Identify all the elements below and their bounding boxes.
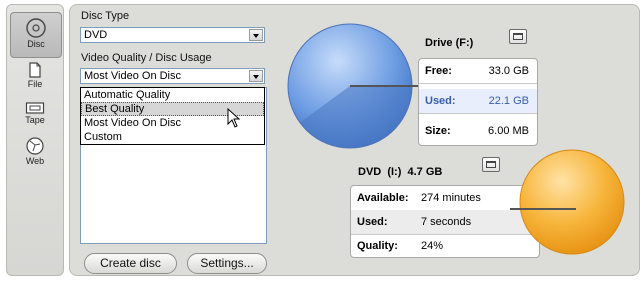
dvd-quality-value: 24% <box>421 240 444 252</box>
dvd-used-label: Used: <box>357 216 388 228</box>
drive-size-label: Size: <box>425 125 451 137</box>
drive-info-box: Free: 33.0 GB Used: 22.1 GB Size: 6.00 M… <box>418 58 538 146</box>
chevron-down-icon[interactable] <box>249 29 263 41</box>
drive-free-value: 33.0 GB <box>488 65 529 77</box>
dvd-used-row: Used: 7 seconds <box>351 210 539 235</box>
dropdown-option[interactable]: Custom <box>81 130 264 144</box>
dvd-title: DVD (I:) 4.7 GB <box>358 166 443 178</box>
dvd-pointer-line <box>510 208 576 210</box>
dvd-info-box: Available: 274 minutes Used: 7 seconds Q… <box>350 185 540 258</box>
drive-used-label: Used: <box>425 95 456 107</box>
drive-used-value: 22.1 GB <box>488 95 529 107</box>
drive-free-label: Free: <box>425 65 452 77</box>
drive-title: Drive (F:) <box>425 37 474 49</box>
chevron-down-icon[interactable] <box>249 70 263 82</box>
dropdown-option[interactable]: Automatic Quality <box>81 88 264 102</box>
sidebar-item-label: File <box>27 79 43 89</box>
tape-icon <box>25 102 45 114</box>
sidebar-item-tape[interactable]: Tape <box>10 101 60 125</box>
video-quality-value: Most Video On Disc <box>84 70 182 82</box>
dvd-quality-label: Quality: <box>357 240 398 252</box>
sidebar-item-label: Tape <box>25 115 45 125</box>
drive-used-row: Used: 22.1 GB <box>419 89 537 114</box>
create-disc-button[interactable]: Create disc <box>84 253 177 274</box>
dvd-used-value: 7 seconds <box>421 216 472 228</box>
disc-type-label: Disc Type <box>81 10 130 22</box>
sidebar-item-label: Disc <box>27 39 45 49</box>
sidebar: Disc File Tape Web <box>6 4 64 276</box>
mouse-cursor-icon <box>227 108 241 128</box>
video-quality-label: Video Quality / Disc Usage <box>81 52 212 64</box>
drive-free-row: Free: 33.0 GB <box>419 59 537 84</box>
disc-type-value: DVD <box>84 29 108 41</box>
disc-type-select[interactable]: DVD <box>80 27 265 43</box>
dvd-available-label: Available: <box>357 192 409 204</box>
folder-icon[interactable] <box>482 157 500 172</box>
web-icon <box>26 137 44 155</box>
settings-button[interactable]: Settings... <box>187 253 267 274</box>
drive-size-row: Size: 6.00 MB <box>419 119 537 143</box>
dvd-quality-row: Quality: 24% <box>351 234 539 258</box>
file-icon <box>29 62 41 78</box>
sidebar-item-web[interactable]: Web <box>10 136 60 166</box>
dvd-usage-pie <box>519 149 625 255</box>
drive-size-value: 6.00 MB <box>488 125 529 137</box>
sidebar-item-label: Web <box>25 156 45 166</box>
sidebar-item-file[interactable]: File <box>10 61 60 89</box>
folder-icon[interactable] <box>509 29 527 44</box>
dvd-available-value: 274 minutes <box>421 192 481 204</box>
video-quality-select[interactable]: Most Video On Disc <box>80 68 265 84</box>
sidebar-item-disc[interactable]: Disc <box>10 12 62 58</box>
disc-icon <box>26 18 46 38</box>
